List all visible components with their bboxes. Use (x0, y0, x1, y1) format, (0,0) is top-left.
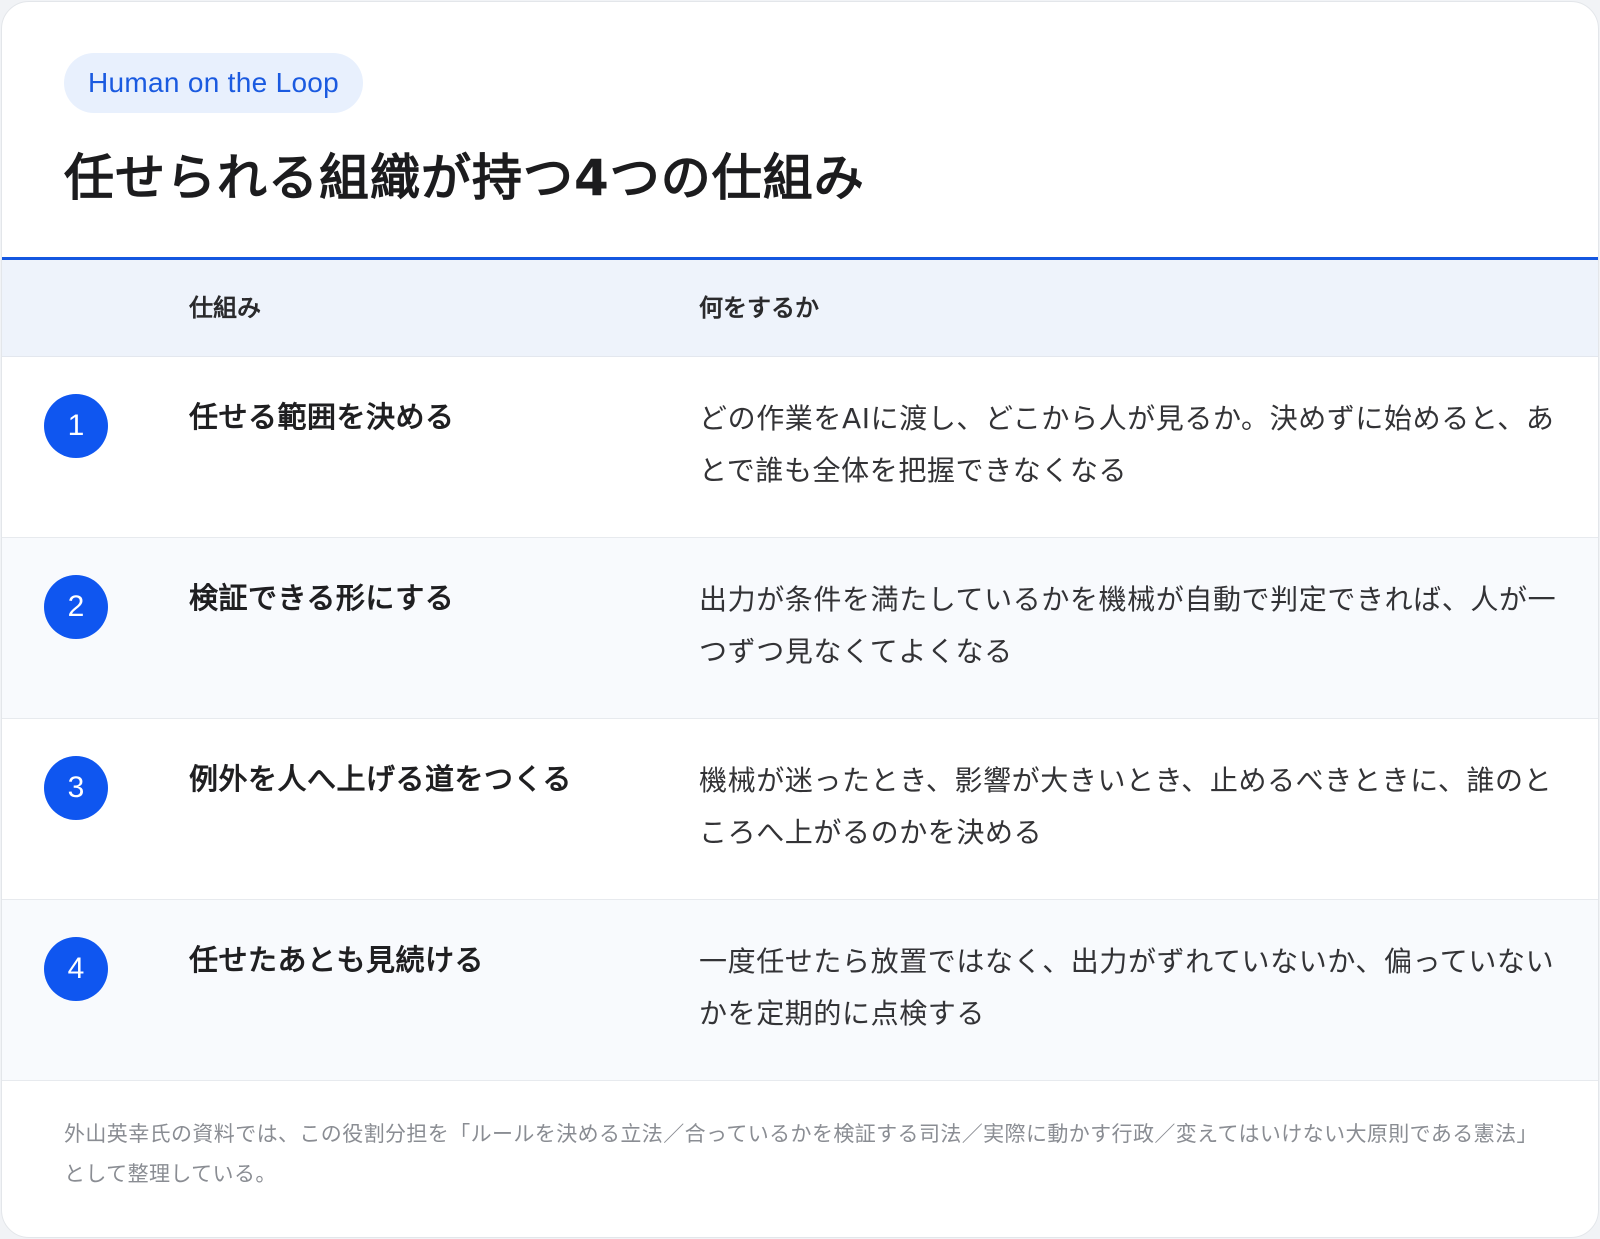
column-header-what: 何をするか (699, 294, 819, 322)
info-card: Human on the Loop 任せられる組織が持つ4つの仕組み 仕組み 何… (1, 1, 1599, 1238)
mechanism-name: 例外を人へ上げる道をつくる (189, 762, 572, 796)
step-number-badge: 2 (44, 575, 108, 639)
table-header: 仕組み 何をするか (2, 260, 1598, 357)
mechanism-description: どの作業をAIに渡し、どこから人が見るか。決めずに始めると、あとで誰も全体を把握… (699, 402, 1555, 487)
table-row: 1 任せる範囲を決める どの作業をAIに渡し、どこから人が見るか。決めずに始める… (2, 357, 1598, 538)
step-number-badge: 1 (44, 394, 108, 458)
page-title: 任せられる組織が持つ4つの仕組み (64, 149, 865, 207)
mechanism-name: 任せる範囲を決める (189, 400, 455, 434)
table-row: 4 任せたあとも見続ける 一度任せたら放置ではなく、出力がずれていないか、偏って… (2, 900, 1598, 1081)
mechanism-description: 出力が条件を満たしているかを機械が自動で判定できれば、人が一つずつ見なくてよくな… (699, 583, 1557, 668)
topic-badge: Human on the Loop (64, 53, 364, 113)
column-header-mechanism: 仕組み (189, 294, 261, 322)
card-header: Human on the Loop 任せられる組織が持つ4つの仕組み (2, 2, 1598, 260)
mechanism-description: 一度任せたら放置ではなく、出力がずれていないか、偏っていないかを定期的に点検する (699, 945, 1555, 1030)
mechanism-description: 機械が迷ったとき、影響が大きいとき、止めるべきときに、誰のところへ上がるのかを決… (699, 764, 1553, 849)
step-number-badge: 4 (44, 937, 108, 1001)
step-number-badge: 3 (44, 756, 108, 820)
table-row: 2 検証できる形にする 出力が条件を満たしているかを機械が自動で判定できれば、人… (2, 538, 1598, 719)
source-note: 外山英幸氏の資料では、この役割分担を「ルールを決める立法／合っているかを検証する… (64, 1122, 1538, 1186)
table-row: 3 例外を人へ上げる道をつくる 機械が迷ったとき、影響が大きいとき、止めるべきと… (2, 719, 1598, 900)
mechanism-name: 検証できる形にする (189, 581, 455, 615)
mechanism-name: 任せたあとも見続ける (189, 943, 485, 977)
